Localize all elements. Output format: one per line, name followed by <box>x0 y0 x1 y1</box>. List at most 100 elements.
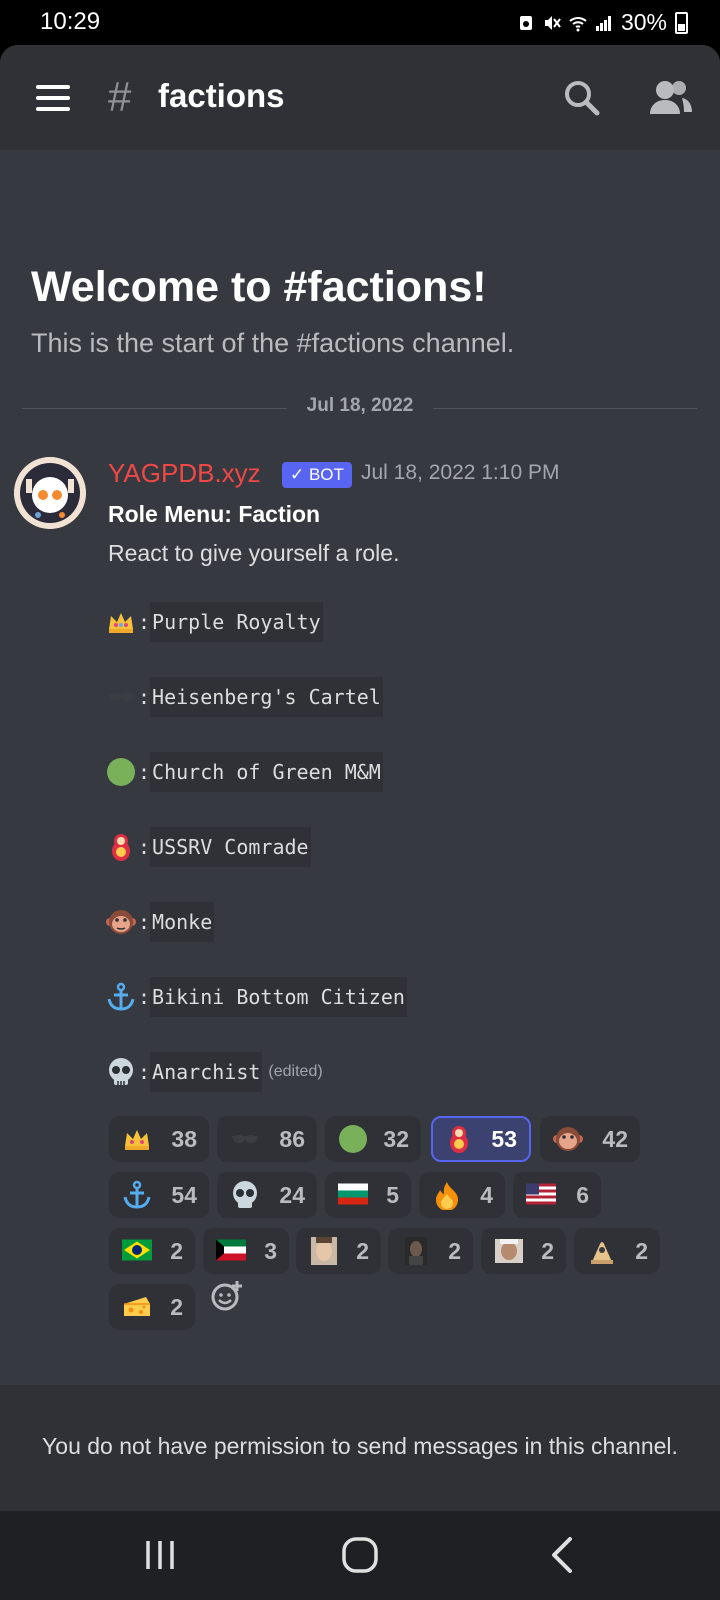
mute-icon <box>544 15 561 30</box>
role-name: Bikini Bottom Citizen <box>150 977 407 1017</box>
crown-icon <box>125 1130 149 1150</box>
message-subtitle: React to give yourself a role. <box>108 540 400 566</box>
date-divider: Jul 18, 2022 <box>306 395 414 416</box>
reaction-cheese[interactable]: 2 <box>109 1284 195 1330</box>
message-timestamp: Jul 18, 2022 1:10 PM <box>361 461 560 484</box>
brazil-flag-icon <box>122 1239 152 1261</box>
reaction-count: 2 <box>635 1237 648 1264</box>
role-name: Anarchist <box>150 1052 263 1092</box>
battery-icon <box>675 11 688 34</box>
green-circle-icon <box>339 1125 367 1153</box>
custom-emoji-icon <box>591 1242 613 1264</box>
reaction-count: 4 <box>480 1181 493 1208</box>
menu-icon[interactable] <box>36 85 70 111</box>
fire-icon <box>436 1182 458 1210</box>
reaction-nesting-doll[interactable]: 53 <box>431 1116 531 1162</box>
channel-hash-icon: # <box>108 73 132 120</box>
anchor-icon <box>107 982 135 1011</box>
reaction-sunglasses[interactable]: 86 <box>217 1116 317 1162</box>
divider-line-left <box>22 408 287 409</box>
home-icon[interactable] <box>336 1533 384 1577</box>
divider-line-right <box>433 408 697 409</box>
reaction-count: 24 <box>279 1181 305 1208</box>
recent-apps-icon[interactable] <box>136 1533 184 1577</box>
reaction-kuwait-flag[interactable]: 3 <box>203 1228 289 1274</box>
cheese-icon <box>124 1297 150 1316</box>
reaction-green-circle[interactable]: 32 <box>325 1116 421 1162</box>
custom-face-emoji-1-icon <box>311 1237 337 1265</box>
custom-face-emoji-2-icon <box>405 1237 427 1265</box>
wifi-icon <box>569 16 587 31</box>
message-author[interactable]: YAGPDB.xyz <box>108 458 261 489</box>
bot-tag: ✓ BOT <box>282 462 352 488</box>
reaction-monkey[interactable]: 42 <box>540 1116 640 1162</box>
reaction-bulgaria-flag[interactable]: 5 <box>325 1172 411 1218</box>
reaction-anchor[interactable]: 54 <box>109 1172 209 1218</box>
bulgaria-flag-icon <box>338 1183 368 1205</box>
skull-icon <box>233 1181 257 1208</box>
no-permission-bar: You do not have permission to send messa… <box>0 1385 720 1511</box>
monkey-face-icon <box>553 1127 583 1151</box>
reaction-count: 2 <box>356 1237 369 1264</box>
role-name: Heisenberg's Cartel <box>150 677 383 717</box>
sunglasses-icon <box>108 693 134 701</box>
back-icon[interactable] <box>540 1533 588 1577</box>
reaction-count: 6 <box>576 1181 589 1208</box>
role-line: : Church of Green M&M <box>106 752 383 792</box>
reaction-custom-face-2[interactable]: 2 <box>388 1228 473 1274</box>
reaction-custom-emoji[interactable]: 2 <box>574 1228 660 1274</box>
role-name: USSRV Comrade <box>150 827 311 867</box>
kuwait-flag-icon <box>216 1239 246 1261</box>
custom-face-emoji-3-icon <box>495 1239 523 1263</box>
role-name: Purple Royalty <box>150 602 323 642</box>
status-bar: 10:29 30% <box>0 0 720 45</box>
reaction-count: 54 <box>171 1181 197 1208</box>
role-line: : Bikini Bottom Citizen <box>106 977 407 1017</box>
reaction-count: 42 <box>602 1125 628 1152</box>
reaction-fire[interactable]: 4 <box>419 1172 505 1218</box>
us-flag-icon <box>526 1183 556 1205</box>
reaction-custom-face-1[interactable]: 2 <box>296 1228 381 1274</box>
role-name: Church of Green M&M <box>150 752 383 792</box>
reaction-custom-face-3[interactable]: 2 <box>481 1228 566 1274</box>
search-icon[interactable] <box>562 78 602 118</box>
status-time: 10:29 <box>40 8 101 35</box>
role-line: : Monke <box>106 902 215 942</box>
sunglasses-icon <box>232 1135 258 1143</box>
crown-icon <box>109 613 133 633</box>
system-nav-bar <box>0 1511 720 1600</box>
green-circle-icon <box>107 758 135 786</box>
role-line: : Purple Royalty <box>106 602 323 642</box>
signal-icon <box>595 15 611 31</box>
nesting-doll-icon <box>450 1126 468 1153</box>
reaction-count: 2 <box>170 1293 183 1320</box>
skull-icon <box>109 1058 133 1085</box>
reaction-count: 3 <box>264 1237 277 1264</box>
reaction-count: 53 <box>491 1125 517 1152</box>
role-name: Monke <box>150 902 215 942</box>
no-permission-text: You do not have permission to send messa… <box>42 1433 678 1459</box>
reaction-skull[interactable]: 24 <box>217 1172 317 1218</box>
welcome-subtitle: This is the start of the #factions chann… <box>31 328 515 358</box>
reaction-crown[interactable]: 38 <box>109 1116 209 1162</box>
members-icon[interactable] <box>648 78 694 118</box>
reaction-count: 32 <box>383 1125 409 1152</box>
add-reaction-icon[interactable] <box>210 1279 244 1313</box>
edited-label: (edited) <box>268 1063 323 1080</box>
reaction-count: 2 <box>541 1237 554 1264</box>
reaction-count: 2 <box>170 1237 183 1264</box>
channel-header: # factions <box>0 45 720 150</box>
reaction-brazil-flag[interactable]: 2 <box>109 1228 195 1274</box>
app-window: # factions Welcome to #factions! This is… <box>0 45 720 1511</box>
reaction-count: 38 <box>171 1125 197 1152</box>
reaction-count: 86 <box>279 1125 305 1152</box>
reaction-count: 5 <box>386 1181 399 1208</box>
bot-avatar-icon <box>14 457 86 529</box>
notification-icon <box>519 15 532 30</box>
welcome-title: Welcome to #factions! <box>31 263 487 311</box>
monkey-face-icon <box>106 910 136 934</box>
nesting-doll-icon <box>112 834 130 861</box>
reaction-us-flag[interactable]: 6 <box>513 1172 601 1218</box>
battery-percent: 30% <box>620 9 667 35</box>
avatar[interactable] <box>14 457 86 529</box>
